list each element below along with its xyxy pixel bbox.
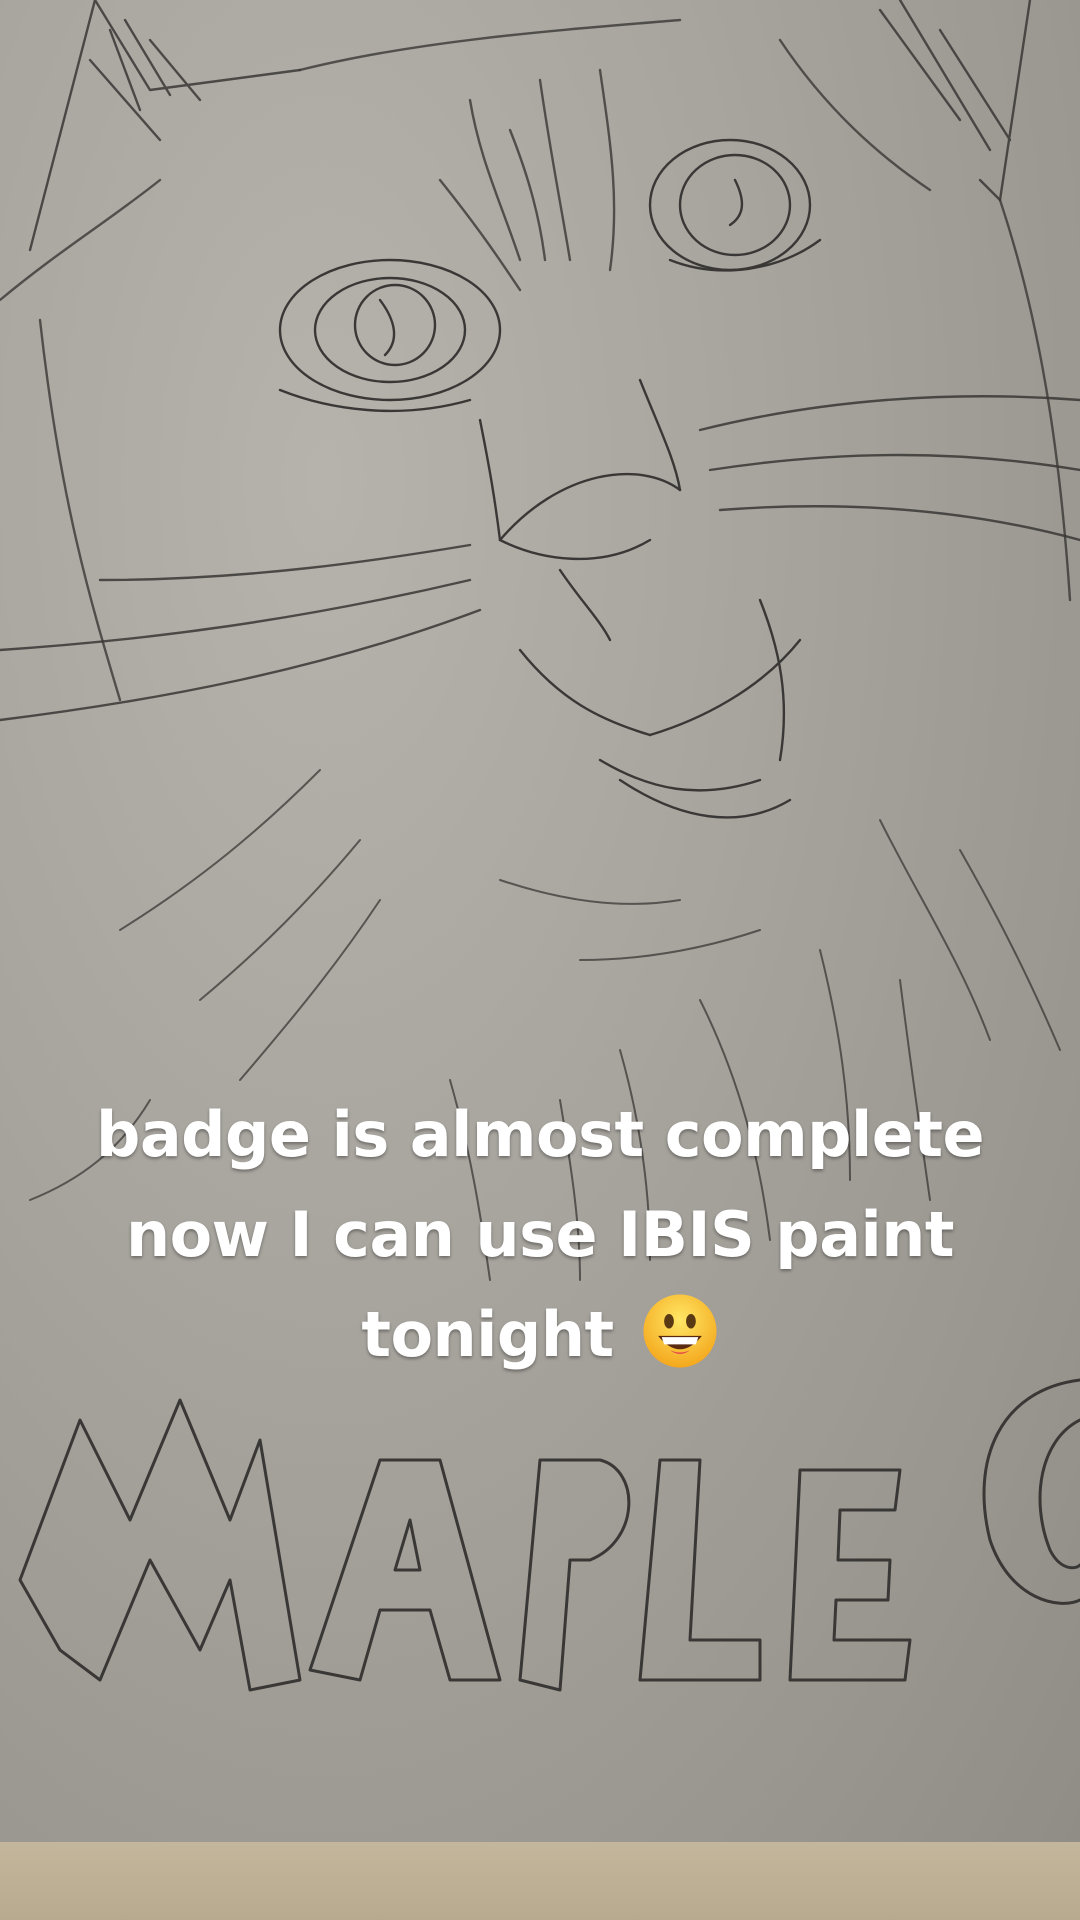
cat-nose (478, 378, 682, 642)
cat-head-outline (0, 18, 1072, 702)
cat-mouth (518, 598, 802, 819)
cat-left-eye (278, 258, 502, 413)
video-frame: badge is almost complete now I can use I… (0, 0, 1080, 1920)
caption-line-3: tonight (60, 1285, 1020, 1385)
grinning-face-icon (643, 1294, 717, 1368)
cat-ears (28, 0, 1032, 252)
floor-strip (0, 1842, 1080, 1920)
caption-line-1: badge is almost complete (95, 1098, 985, 1171)
cat-sketch (0, 0, 1080, 1692)
cat-forehead (438, 68, 616, 292)
video-caption: badge is almost complete now I can use I… (60, 1085, 1020, 1385)
cat-right-eye (648, 138, 822, 272)
caption-line-2: now I can use IBIS paint (125, 1198, 955, 1271)
caption-line-3-text: tonight (361, 1298, 614, 1371)
maple-lettering (18, 1378, 1080, 1692)
